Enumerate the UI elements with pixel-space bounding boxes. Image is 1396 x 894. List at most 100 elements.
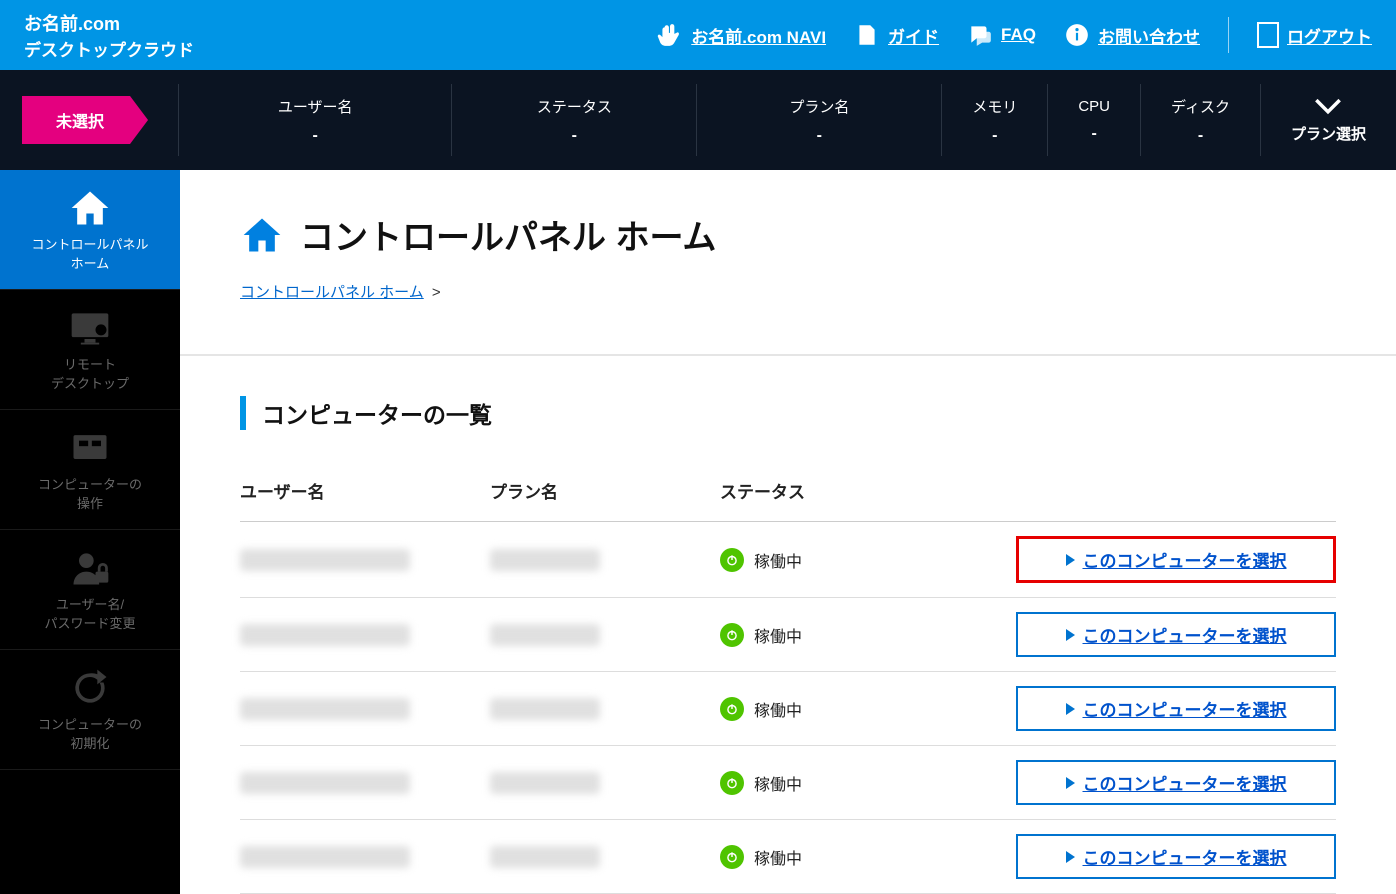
sidebar-item-label: コンピューターの 操作 [38,476,142,512]
plan-select-dropdown[interactable]: プラン選択 [1261,70,1396,170]
power-on-icon [720,548,744,572]
sidebar-item-label: リモート デスクトップ [51,356,129,392]
chat-icon [967,22,993,48]
logo-line1: お名前.com [24,10,194,36]
nav-label: お名前.com NAVI [691,23,826,48]
selection-badge: 未選択 [22,96,148,144]
col-header-user: ユーザー名 [240,478,490,503]
redacted-text [240,846,410,868]
status-label: ユーザー名 [278,96,353,117]
select-button-label: このコンピューターを選択 [1083,547,1287,572]
status-value: - [992,127,997,145]
cell-action: このコンピューターを選択 [970,686,1336,731]
body: コントロールパネル ホーム リモート デスクトップ コンピューターの 操作 ユー… [0,170,1396,894]
header-nav: お名前.com NAVI ガイド FAQ お問い合わせ ログアウト [657,17,1372,53]
table-row: 稼働中 このコンピューターを選択 [240,746,1336,820]
document-icon [854,22,880,48]
sidebar: コントロールパネル ホーム リモート デスクトップ コンピューターの 操作 ユー… [0,170,180,894]
cell-status: 稼働中 [720,697,970,721]
cell-plan [490,772,720,794]
triangle-right-icon [1066,777,1075,789]
triangle-right-icon [1066,554,1075,566]
select-computer-button[interactable]: このコンピューターを選択 [1016,536,1336,583]
logout-icon [1257,22,1279,48]
cell-plan [490,846,720,868]
computers-section: コンピューターの一覧 ユーザー名 プラン名 ステータス 稼働中 このコンピュータ… [180,354,1396,894]
sidebar-item-home[interactable]: コントロールパネル ホーム [0,170,180,290]
home-icon [68,186,112,230]
cell-action: このコンピューターを選択 [970,834,1336,879]
cell-plan [490,698,720,720]
sidebar-item-label: コントロールパネル ホーム [31,236,148,272]
nav-label: ガイド [888,23,939,48]
select-computer-button[interactable]: このコンピューターを選択 [1016,612,1336,657]
status-value: - [1092,125,1097,143]
power-on-icon [720,623,744,647]
header-bar: お名前.com デスクトップクラウド お名前.com NAVI ガイド FAQ … [0,0,1396,70]
col-header-action [970,478,1336,503]
logo[interactable]: お名前.com デスクトップクラウド [24,10,194,61]
breadcrumb-link[interactable]: コントロールパネル ホーム [240,284,424,301]
cell-user [240,549,490,571]
nav-contact[interactable]: お問い合わせ [1064,22,1200,48]
status-label: ディスク [1171,96,1230,117]
nav-faq[interactable]: FAQ [967,22,1036,48]
cell-action: このコンピューターを選択 [970,612,1336,657]
page-title: コントロールパネル ホーム [300,210,716,259]
redacted-text [240,624,410,646]
cell-action: このコンピューターを選択 [970,760,1336,805]
select-button-label: このコンピューターを選択 [1083,622,1287,647]
sidebar-item-remote-desktop[interactable]: リモート デスクトップ [0,290,180,410]
breadcrumb: コントロールパネル ホーム > [240,281,1336,302]
breadcrumb-sep: > [432,284,441,301]
cell-user [240,846,490,868]
cell-plan [490,549,720,571]
power-on-icon [720,697,744,721]
status-value: - [313,127,318,145]
status-cell-cpu: CPU - [1048,70,1140,170]
status-cell-status: ステータス - [452,70,696,170]
status-text: 稼働中 [754,845,802,869]
refresh-icon [68,666,112,710]
status-text: 稼働中 [754,623,802,647]
sidebar-item-user-password[interactable]: ユーザー名/ パスワード変更 [0,530,180,650]
section-title: コンピューターの一覧 [240,396,1336,430]
cell-status: 稼働中 [720,548,970,572]
cell-user [240,624,490,646]
chevron-down-icon [1314,97,1342,115]
home-icon [240,213,284,257]
sidebar-item-computer-ops[interactable]: コンピューターの 操作 [0,410,180,530]
table-row: 稼働中 このコンピューターを選択 [240,672,1336,746]
status-value: - [1198,127,1203,145]
nav-onamae-navi[interactable]: お名前.com NAVI [657,22,826,48]
select-computer-button[interactable]: このコンピューターを選択 [1016,760,1336,805]
select-computer-button[interactable]: このコンピューターを選択 [1016,686,1336,731]
status-text: 稼働中 [754,697,802,721]
logout-label: ログアウト [1287,23,1372,48]
monitor-icon [68,306,112,350]
cell-status: 稼働中 [720,623,970,647]
redacted-text [490,698,600,720]
select-computer-button[interactable]: このコンピューターを選択 [1016,834,1336,879]
status-value: - [817,127,822,145]
page-title-row: コントロールパネル ホーム [240,210,1336,259]
nav-label: FAQ [1001,25,1036,45]
header-divider [1228,17,1229,53]
cell-action: このコンピューターを選択 [970,536,1336,583]
power-on-icon [720,845,744,869]
plan-select-label: プラン選択 [1291,123,1366,144]
status-text: 稼働中 [754,548,802,572]
sidebar-item-initialize[interactable]: コンピューターの 初期化 [0,650,180,770]
info-icon [1064,22,1090,48]
redacted-text [240,549,410,571]
nav-guide[interactable]: ガイド [854,22,939,48]
user-lock-icon [68,546,112,590]
cell-user [240,698,490,720]
cell-plan [490,624,720,646]
status-cell-username: ユーザー名 - [179,70,451,170]
table-row: 稼働中 このコンピューターを選択 [240,598,1336,672]
logout-link[interactable]: ログアウト [1257,22,1372,48]
redacted-text [240,772,410,794]
nav-label: お問い合わせ [1098,23,1200,48]
logo-line2: デスクトップクラウド [24,36,194,61]
